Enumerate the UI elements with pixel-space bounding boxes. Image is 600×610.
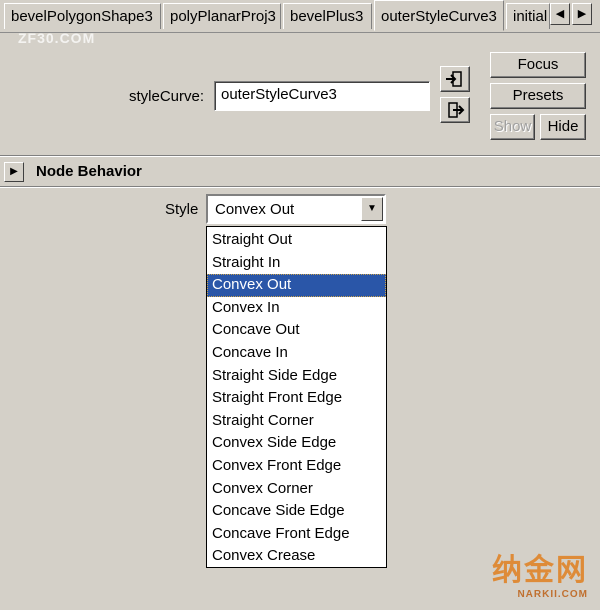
style-label: Style xyxy=(165,201,199,218)
dropdown-option[interactable]: Concave In xyxy=(207,342,386,365)
tab-bar: bevelPolygonShape3 polyPlanarProj3 bevel… xyxy=(0,0,600,33)
dropdown-option[interactable]: Straight In xyxy=(207,252,386,275)
node-behavior-header[interactable]: ▶ Node Behavior xyxy=(0,158,596,186)
show-button[interactable]: Show xyxy=(490,114,535,140)
style-curve-field[interactable]: outerStyleCurve3 xyxy=(214,81,430,111)
style-curve-label: styleCurve: xyxy=(129,88,205,105)
presets-button[interactable]: Presets xyxy=(490,83,586,109)
dropdown-option[interactable]: Convex Side Edge xyxy=(207,432,386,455)
dropdown-option[interactable]: Straight Side Edge xyxy=(207,365,386,388)
select-input-icon[interactable] xyxy=(440,66,470,92)
watermark-main: 纳金网 xyxy=(492,554,588,587)
tab-scroll-right-icon[interactable]: ▶ xyxy=(572,3,592,25)
tab-bevelplus3[interactable]: bevelPlus3 xyxy=(283,3,372,29)
dropdown-option[interactable]: Straight Out xyxy=(207,229,386,252)
select-output-icon[interactable] xyxy=(440,97,470,123)
divider xyxy=(0,186,600,188)
style-select[interactable]: Convex Out ▼ xyxy=(206,194,386,224)
section-title: Node Behavior xyxy=(36,163,142,180)
dropdown-option[interactable]: Concave Out xyxy=(207,319,386,342)
hide-button[interactable]: Hide xyxy=(540,114,586,140)
tab-initial[interactable]: initial xyxy=(506,3,550,29)
tab-bevelpolygonshape3[interactable]: bevelPolygonShape3 xyxy=(4,3,161,29)
style-dropdown-list: Straight Out Straight In Convex Out Conv… xyxy=(206,226,387,568)
dropdown-option[interactable]: Convex Corner xyxy=(207,478,386,501)
focus-button[interactable]: Focus xyxy=(490,52,586,78)
tab-outerstylecurve3[interactable]: outerStyleCurve3 xyxy=(374,0,504,31)
expand-arrow-icon[interactable]: ▶ xyxy=(4,162,24,182)
dropdown-option[interactable]: Straight Corner xyxy=(207,410,386,433)
dropdown-option[interactable]: Straight Front Edge xyxy=(207,387,386,410)
watermark-sub: NARKII.COM xyxy=(517,589,588,600)
dropdown-option[interactable]: Convex Front Edge xyxy=(207,455,386,478)
divider xyxy=(0,155,600,157)
tab-scroll-left-icon[interactable]: ◀ xyxy=(550,3,570,25)
chevron-down-icon[interactable]: ▼ xyxy=(361,197,383,221)
dropdown-option[interactable]: Concave Front Edge xyxy=(207,523,386,546)
tab-polyplanarproj3[interactable]: polyPlanarProj3 xyxy=(163,3,281,29)
dropdown-option[interactable]: Convex Crease xyxy=(207,545,386,568)
dropdown-option-selected[interactable]: Convex Out xyxy=(207,274,386,297)
dropdown-option[interactable]: Convex In xyxy=(207,297,386,320)
watermark-top: ZF30.COM xyxy=(18,30,96,46)
dropdown-option[interactable]: Concave Side Edge xyxy=(207,500,386,523)
style-select-value: Convex Out xyxy=(215,201,295,218)
watermark-logo: 纳金网 NARKII.COM xyxy=(492,545,588,600)
